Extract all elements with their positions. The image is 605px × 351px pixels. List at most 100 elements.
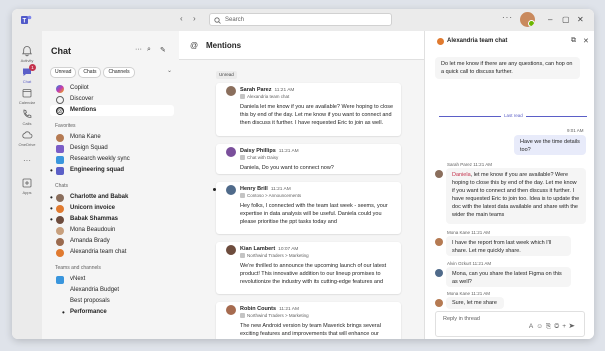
list-item-mentions[interactable]: @ Mentions: [50, 105, 174, 116]
filter-channels[interactable]: Channels: [103, 67, 135, 78]
rail-label: Activity: [20, 58, 34, 63]
rail-calendar[interactable]: Calendar: [12, 87, 42, 105]
avatar: [226, 147, 236, 157]
close-icon[interactable]: ✕: [577, 15, 584, 24]
list-item[interactable]: Mona Kane: [50, 132, 174, 143]
maximize-icon[interactable]: ▢: [562, 15, 570, 24]
message-body: Daniela, Do you want to connect now?: [240, 165, 334, 171]
rail-activity[interactable]: Activity: [12, 45, 42, 63]
rail-more[interactable]: ···: [12, 156, 42, 165]
card-header: Daisy Phillips 11:21 AM: [240, 148, 299, 154]
section-chats: Chats: [55, 183, 69, 189]
list-item[interactable]: Design Squad: [50, 143, 174, 154]
user-avatar[interactable]: [520, 12, 535, 27]
mention-card[interactable]: Daisy Phillips 11:21 AM Chat with Daisy D…: [216, 144, 401, 174]
list-item-discover[interactable]: Discover: [50, 94, 174, 105]
list-item[interactable]: Amanda Brady: [50, 236, 174, 247]
list-item-label: Mentions: [70, 107, 97, 113]
list-item[interactable]: • Charlotte and Babak: [50, 192, 174, 203]
card-header: Sarah Parez 11:21 AM: [240, 87, 294, 93]
message-bubble: Daniela, let me know if you are availabl…: [446, 168, 586, 224]
avatar: [435, 299, 443, 307]
avatar: [56, 215, 64, 224]
loop-icon[interactable]: ◎: [554, 323, 562, 330]
mention-tag[interactable]: Daniela: [452, 172, 471, 178]
message-body: Hey folks, I connected with the team las…: [240, 203, 388, 225]
filter-chats[interactable]: Chats: [78, 67, 102, 78]
channel-icon: [240, 253, 245, 259]
sender-meta: Alvin Ozkurt 11:21 AM: [447, 261, 492, 266]
avatar: [56, 237, 64, 246]
list-item-label: Mona Kane: [70, 134, 101, 140]
list-item[interactable]: Best proposals: [50, 296, 174, 307]
list-item-label: Engineering squad: [70, 167, 125, 173]
list-item-label: Unicorn invoice: [70, 205, 116, 211]
send-icon[interactable]: ➤: [569, 323, 578, 330]
sender-meta: Mona Kane 11:21 AM: [447, 291, 490, 296]
back-icon[interactable]: ‹: [180, 14, 183, 23]
source-label: Chat with Daisy: [247, 155, 279, 160]
channel-icon: [240, 94, 245, 100]
channel-icon: [240, 193, 245, 199]
unread-dot: •: [50, 166, 53, 175]
search-icon[interactable]: ⌕: [147, 46, 151, 54]
reply-input[interactable]: Reply in thread A☺⎘◎+➤: [435, 311, 585, 337]
rail-onedrive[interactable]: OneDrive: [12, 129, 42, 147]
phone-icon: [23, 109, 32, 118]
list-item[interactable]: • Engineering squad: [50, 165, 174, 176]
list-item[interactable]: vNext: [50, 274, 174, 285]
timestamp: 11:21 AM: [274, 88, 295, 93]
page-title: Mentions: [206, 41, 242, 50]
rail-label: Calendar: [18, 100, 36, 105]
unread-dot: [213, 188, 216, 191]
list-item-label: Amanda Brady: [70, 238, 110, 244]
rail-apps[interactable]: Apps: [12, 177, 42, 195]
source-label: Northwind Traders > Marketing: [247, 313, 309, 318]
mention-card[interactable]: Robin Counts 11:21 AM Northwind Traders >…: [216, 302, 401, 339]
list-item[interactable]: Research weekly sync: [50, 154, 174, 165]
card-source: Northwind Traders > Marketing: [240, 313, 309, 319]
rail-chat[interactable]: 1 Chat: [12, 64, 42, 84]
list-item[interactable]: • Unicorn invoice: [50, 203, 174, 214]
list-item[interactable]: Mona Beaudouin: [50, 225, 174, 236]
close-icon[interactable]: ✕: [583, 37, 589, 45]
unread-dot: •: [50, 215, 53, 224]
presence-available-icon: [528, 20, 535, 27]
avatar: [56, 155, 64, 164]
list-item-label: Alexandria team chat: [70, 249, 127, 255]
rail-calls[interactable]: Calls: [12, 108, 42, 126]
forward-icon[interactable]: ›: [193, 14, 196, 23]
new-chat-icon[interactable]: ✎: [160, 46, 166, 54]
app-rail: Activity 1 Chat Calendar Calls OneDrive …: [12, 31, 42, 339]
more-options-icon[interactable]: ···: [135, 46, 142, 53]
list-item[interactable]: • Babak Shammas: [50, 214, 174, 225]
pop-out-icon[interactable]: ⧉: [571, 37, 576, 45]
search-icon: [214, 16, 221, 24]
search-input[interactable]: Search: [209, 13, 392, 26]
at-mention-icon: @: [56, 106, 64, 115]
bell-icon: [22, 46, 32, 57]
filter-chips: Unread Chats Channels: [50, 67, 137, 78]
mention-card[interactable]: Sarah Parez 11:21 AM Alexandria team chat…: [216, 83, 401, 136]
mention-card[interactable]: Henry Brill 11:21 AM Contoso > Announceme…: [213, 182, 401, 234]
minimize-icon[interactable]: –: [548, 15, 552, 24]
emoji-icon[interactable]: ☺: [536, 323, 546, 330]
list-item[interactable]: Alexandria Budget: [50, 285, 174, 296]
calendar-icon: [22, 89, 32, 98]
mention-card[interactable]: Kian Lambert 10:07 AM Northwind Traders >…: [216, 242, 401, 294]
list-item-copilot[interactable]: Copilot: [50, 83, 174, 94]
list-item-label: Copilot: [70, 85, 89, 91]
sender-meta: Sarah Parez 11:21 AM: [447, 162, 492, 167]
group-avatar: [437, 38, 444, 45]
compass-icon: [56, 95, 64, 104]
add-icon[interactable]: +: [562, 323, 569, 330]
attach-icon[interactable]: ⎘: [546, 323, 554, 330]
list-item[interactable]: Alexandria team chat: [50, 247, 174, 258]
chevron-down-icon[interactable]: ⌄: [167, 67, 172, 74]
sender-meta: Mona Kane 11:21 AM: [447, 230, 490, 235]
rail-label: OneDrive: [18, 142, 36, 147]
filter-unread[interactable]: Unread: [50, 67, 77, 78]
source-label: Alexandria team chat: [247, 94, 290, 99]
list-item[interactable]: • Performance: [50, 307, 174, 318]
more-options-icon[interactable]: ···: [502, 13, 513, 22]
